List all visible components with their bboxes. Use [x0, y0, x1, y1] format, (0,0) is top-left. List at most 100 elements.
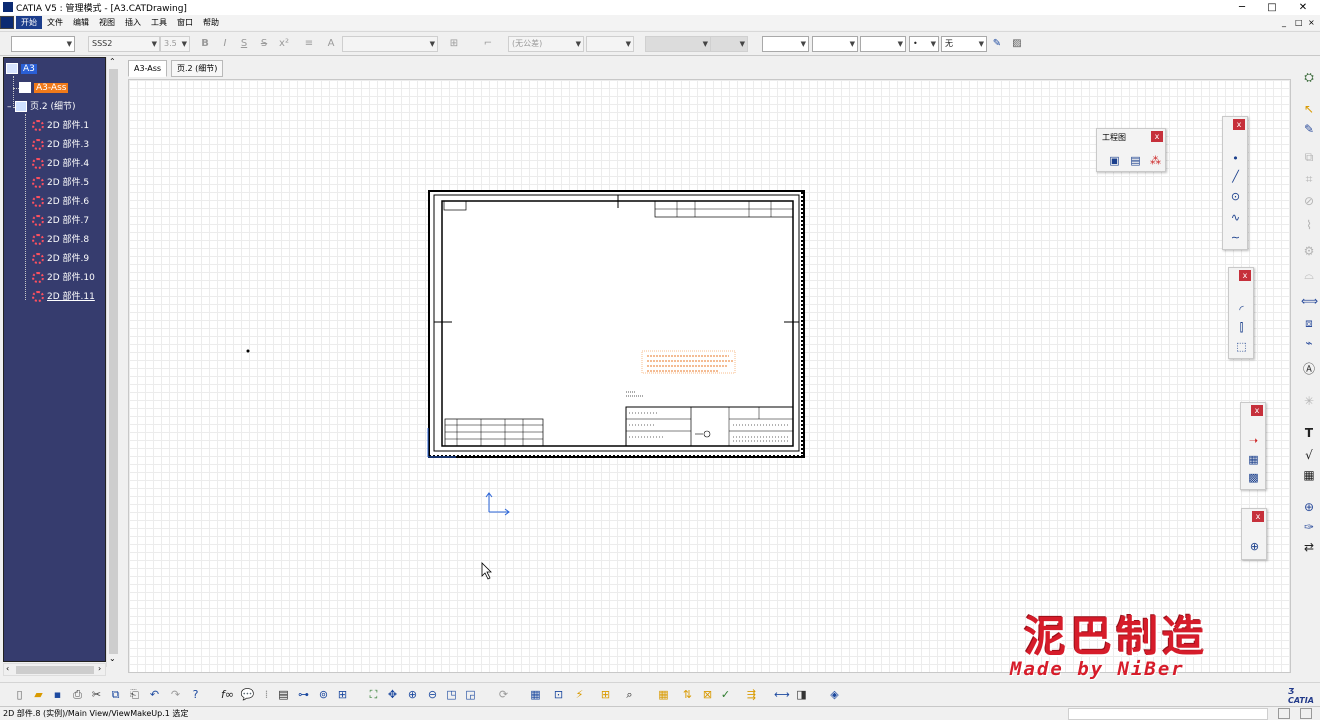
status-icon[interactable]	[1300, 708, 1312, 719]
superscript-icon[interactable]: x²	[277, 37, 291, 51]
constraint-icon[interactable]: ⚡	[572, 687, 587, 702]
close-icon[interactable]: x	[1151, 131, 1163, 142]
symmetry-icon[interactable]: ⫿	[1234, 320, 1249, 335]
scroll-thumb[interactable]	[16, 666, 94, 674]
tree-part[interactable]: 2D 部件.10	[32, 271, 95, 285]
line-type-combo[interactable]: ▼	[860, 36, 906, 52]
spline-icon[interactable]: ∼	[1228, 230, 1243, 245]
corner-icon[interactable]: ◜	[1234, 302, 1249, 317]
point-icon[interactable]: •	[1228, 151, 1243, 166]
redo-icon[interactable]: ↷	[168, 687, 183, 702]
tree-sheet-detail[interactable]: – 页.2 (细节)	[7, 100, 75, 114]
swap-view-icon[interactable]: ◲	[463, 687, 478, 702]
copy-icon[interactable]: ⧉	[108, 687, 123, 702]
pattern-combo[interactable]: 无 ▼	[941, 36, 987, 52]
menu-edit[interactable]: 编辑	[68, 16, 94, 29]
document-icon[interactable]	[0, 16, 14, 29]
scroll-down-icon[interactable]: ⌄	[109, 654, 116, 663]
point-type-combo[interactable]: • ▼	[909, 36, 939, 52]
close-icon[interactable]: x	[1251, 405, 1263, 416]
arrow-icon[interactable]: ➝	[1246, 433, 1261, 448]
bold-icon[interactable]: B	[198, 37, 212, 51]
power-input[interactable]	[1068, 708, 1268, 720]
grid-icon[interactable]: ▦	[528, 687, 543, 702]
tree-part[interactable]: 2D 部件.11	[32, 290, 95, 304]
text-with-leader-icon[interactable]: ⊕	[1247, 539, 1262, 554]
menu-insert[interactable]: 插入	[120, 16, 146, 29]
tree-part[interactable]: 2D 部件.3	[32, 138, 89, 152]
tree-icon[interactable]: ⊶	[296, 687, 311, 702]
text-style-combo[interactable]: ▼	[342, 36, 438, 52]
anchor-point-icon[interactable]: ⊞	[447, 37, 461, 51]
fit-all-icon[interactable]: ⛶	[366, 687, 381, 702]
circle-icon[interactable]: ⊙	[1228, 189, 1243, 204]
detail-view-icon[interactable]: ⊘	[1301, 193, 1317, 209]
format-combo[interactable]: ▼	[645, 36, 711, 52]
normal-view-icon[interactable]: ◳	[444, 687, 459, 702]
select-icon[interactable]: ↖	[1301, 101, 1317, 117]
deep-check-icon[interactable]: ✓	[718, 687, 733, 702]
line-width-combo[interactable]: ▼	[812, 36, 858, 52]
style-combo[interactable]: ▼	[11, 36, 75, 52]
close-icon[interactable]: x	[1239, 270, 1251, 281]
broken-view-icon[interactable]: ⌇	[1301, 217, 1317, 233]
generate-icon[interactable]: ⇶	[744, 687, 759, 702]
status-icon[interactable]	[1278, 708, 1290, 719]
menu-file[interactable]: 文件	[42, 16, 68, 29]
refresh-icon[interactable]: ⟳	[496, 687, 511, 702]
strikethrough-icon[interactable]: S	[257, 37, 271, 51]
format-detail-combo[interactable]: ▼	[710, 36, 748, 52]
comment-icon[interactable]: 💬	[240, 687, 255, 702]
pan-icon[interactable]: ✥	[385, 687, 400, 702]
font-size-combo[interactable]: 3.5 ▼	[160, 36, 190, 52]
tree-part[interactable]: 2D 部件.4	[32, 157, 89, 171]
doc-minimize-button[interactable]: _	[1282, 15, 1286, 30]
table-edit-icon[interactable]: ▦	[1246, 452, 1261, 467]
zoom-in-icon[interactable]: ⊕	[405, 687, 420, 702]
overload-icon[interactable]: ◨	[794, 687, 809, 702]
axis-icon[interactable]: ⊕	[1301, 499, 1317, 515]
maximize-button[interactable]: □	[1257, 0, 1287, 15]
section-view-icon[interactable]: ⌗	[1301, 171, 1317, 187]
line-color-combo[interactable]: ▼	[762, 36, 809, 52]
table-import-icon[interactable]: ▩	[1246, 470, 1261, 485]
tree-part[interactable]: 2D 部件.8	[32, 233, 89, 247]
new-detail-icon[interactable]: ▤	[1128, 153, 1143, 168]
paste-icon[interactable]: ⎗	[127, 687, 142, 702]
clipping-view-icon[interactable]: ⌓	[1301, 267, 1317, 283]
tree-horizontal-scrollbar[interactable]: ‹ ›	[3, 663, 106, 676]
scroll-left-icon[interactable]: ‹	[6, 664, 9, 673]
tree-part[interactable]: 2D 部件.5	[32, 176, 89, 190]
zoom-out-icon[interactable]: ⊖	[425, 687, 440, 702]
arrange-icon[interactable]: ⇄	[1301, 539, 1317, 555]
close-icon[interactable]: x	[1252, 511, 1264, 522]
tolerance-combo[interactable]: (无公差) ▼	[508, 36, 584, 52]
grid-table-icon[interactable]: ▦	[656, 687, 671, 702]
profile-icon[interactable]: ∿	[1228, 210, 1243, 225]
font-name-combo[interactable]: SSS2 ▼	[88, 36, 160, 52]
line-icon[interactable]: ╱	[1228, 169, 1243, 184]
tree-vertical-scrollbar[interactable]: ⌃ ⌄	[106, 57, 119, 667]
hatch-icon[interactable]: ▨	[1010, 37, 1024, 51]
menu-start[interactable]: 开始	[16, 16, 42, 29]
view-icon[interactable]: ⧉	[1301, 149, 1317, 165]
filter-icon[interactable]: ⊞	[335, 687, 350, 702]
eraser-icon[interactable]: ◈	[827, 687, 842, 702]
instantiate-2d-component-icon[interactable]: ⁂	[1148, 153, 1163, 168]
close-button[interactable]: ✕	[1288, 0, 1318, 15]
italic-icon[interactable]: I	[218, 37, 232, 51]
attribute-link-icon[interactable]: ✑	[1301, 519, 1317, 535]
formula-icon[interactable]: f∞	[220, 687, 235, 702]
dimension-generation-icon[interactable]: ⧈	[1301, 315, 1317, 331]
new-file-icon[interactable]: ▯	[12, 687, 27, 702]
dress-up-icon[interactable]: ✳	[1301, 393, 1317, 409]
snap-icon[interactable]: ⊡	[551, 687, 566, 702]
close-icon[interactable]: x	[1233, 119, 1245, 130]
doc-close-button[interactable]: ×	[1308, 15, 1315, 30]
drawing-canvas[interactable]: 工程图 x ▣ ▤ ⁂ x • ╱ ⊙ ∿ ∼ x ◜ ⫿ ⬚ x ➝ ▦ ▩ …	[128, 79, 1291, 673]
dimensions-icon[interactable]: ⟺	[1301, 293, 1318, 309]
dimension-style-icon[interactable]: ⌐	[481, 37, 495, 51]
sketcher-icon[interactable]: ✎	[1301, 121, 1317, 137]
text-icon[interactable]: T	[1301, 425, 1317, 441]
tree-part[interactable]: 2D 部件.9	[32, 252, 89, 266]
